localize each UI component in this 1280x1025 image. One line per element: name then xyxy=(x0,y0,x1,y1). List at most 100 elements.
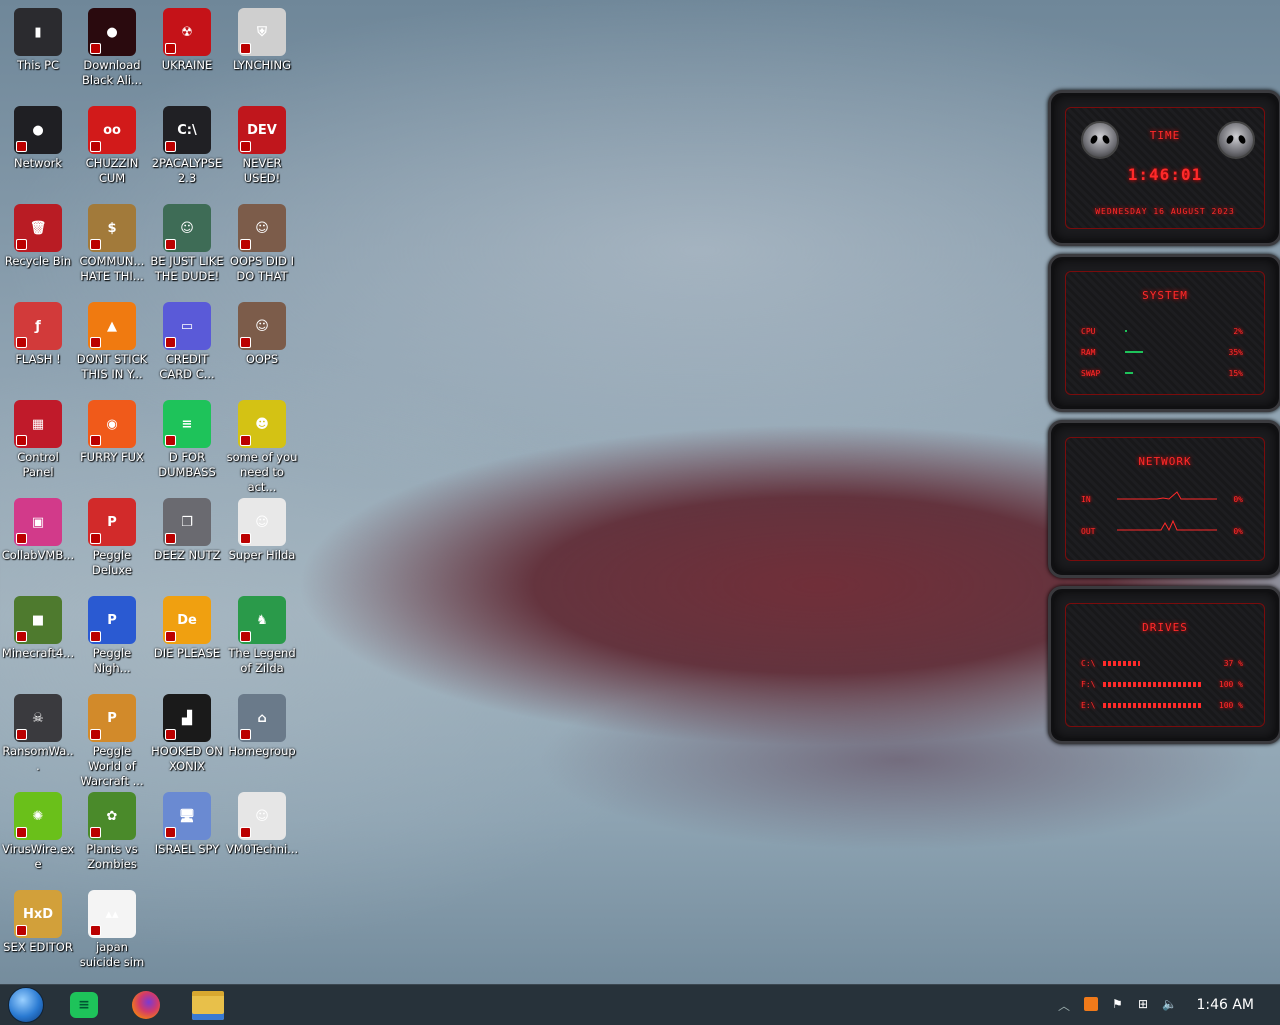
desktop-icon[interactable]: ☢ UKRAINE xyxy=(149,4,225,73)
desktop-icon[interactable]: ▮ This PC xyxy=(0,4,76,73)
shortcut-overlay-icon xyxy=(90,533,101,544)
system-usage-bar xyxy=(1125,351,1143,353)
desktop-icon[interactable]: P Peggle Deluxe xyxy=(74,494,150,578)
network-in-graph xyxy=(1117,491,1217,500)
system-panel: SYSTEM CPU 2% RAM 35% SWAP 15% xyxy=(1048,254,1280,412)
desktop-icon[interactable]: ☺ VM0Techni... xyxy=(224,788,300,857)
desktop-icon[interactable]: ☺ OOPS DID I DO THAT xyxy=(224,200,300,284)
desktop-icon-glyph: ✺ xyxy=(32,808,44,824)
desktop-icon-glyph: De xyxy=(177,612,197,628)
desktop-icon-label: some of you need to act... xyxy=(226,450,298,494)
desktop-icon[interactable]: HxD SEX EDITOR xyxy=(0,886,76,955)
system-row-value: 15% xyxy=(1228,369,1243,378)
desktop-icon[interactable]: ⛨ LYNCHING xyxy=(224,4,300,73)
desktop-icon[interactable]: P Peggle Nigh... xyxy=(74,592,150,676)
desktop-icon[interactable]: ☺ BE JUST LIKE THE DUDE! xyxy=(149,200,225,284)
desktop-icon-label: SEX EDITOR xyxy=(3,940,73,954)
desktop-icon-label: Control Panel xyxy=(17,450,59,479)
desktop-icon-glyph: ❐ xyxy=(181,514,193,530)
desktop-icon[interactable]: ▲ DONT STICK THIS IN Y... xyxy=(74,298,150,382)
desktop-icon[interactable]: ≡ D FOR DUMBASS xyxy=(149,396,225,480)
desktop-icon[interactable]: C:\ 2PACALYPSE 2.3 xyxy=(149,102,225,186)
desktop-icon-glyph: ◉ xyxy=(106,416,118,432)
network-out-value: 0% xyxy=(1233,527,1243,536)
taskbar-app-file-explorer[interactable] xyxy=(186,989,230,1021)
drive-label: C:\ xyxy=(1081,659,1096,668)
desktop-icon-label: Peggle World of Warcraft ... xyxy=(80,744,144,788)
desktop-icon-image: ▲ xyxy=(88,302,136,350)
system-usage-bar xyxy=(1125,372,1133,374)
desktop-icon[interactable]: P Peggle World of Warcraft ... xyxy=(74,690,150,789)
taskbar-app-firefox[interactable] xyxy=(124,989,168,1021)
desktop-icon[interactable]: ✺ VirusWire.exe xyxy=(0,788,76,872)
desktop-icon-glyph: ● xyxy=(106,24,118,40)
folder-icon xyxy=(192,990,224,1020)
desktop-icon[interactable]: ❐ DEEZ NUTZ xyxy=(149,494,225,563)
shortcut-overlay-icon xyxy=(240,141,251,152)
shortcut-overlay-icon xyxy=(16,239,27,250)
desktop-icon-glyph: ▦ xyxy=(31,416,45,432)
shortcut-overlay-icon xyxy=(16,925,27,936)
start-button[interactable] xyxy=(4,987,48,1023)
desktop-icon-image: ■ xyxy=(14,596,62,644)
desktop-icon-glyph: oo xyxy=(103,122,121,138)
volume-icon[interactable]: 🔈 xyxy=(1162,997,1177,1013)
shortcut-overlay-icon xyxy=(16,631,27,642)
desktop-icon[interactable]: ✿ Plants vs Zombies xyxy=(74,788,150,872)
network-out-graph xyxy=(1117,519,1217,532)
desktop-icon[interactable]: De DIE PLEASE xyxy=(149,592,225,661)
green-chat-app-icon: ≡ xyxy=(70,992,98,1018)
system-row-label: SWAP xyxy=(1081,369,1101,378)
desktop-icon[interactable]: ☻ some of you need to act... xyxy=(224,396,300,495)
desktop-icon-glyph: 🗑 xyxy=(29,220,47,236)
network-tray-icon[interactable]: ⊞ xyxy=(1138,997,1148,1013)
desktop-icon[interactable]: ◉ FURRY FUX xyxy=(74,396,150,465)
shortcut-overlay-icon xyxy=(240,239,251,250)
desktop-icon-label: Super Hilda xyxy=(228,548,296,562)
desktop-icon-glyph: ☢ xyxy=(181,24,193,40)
desktop-icon-label: VM0Techni... xyxy=(225,842,299,856)
shortcut-overlay-icon xyxy=(16,435,27,446)
desktop-icon-glyph: DEV xyxy=(247,122,277,138)
desktop-icon-image: ≡ xyxy=(163,400,211,448)
drive-label: F:\ xyxy=(1081,680,1096,689)
desktop-icon[interactable]: ● Network xyxy=(0,102,76,171)
desktop-icon[interactable]: DEV NEVER USED! xyxy=(224,102,300,186)
desktop-icon[interactable]: ▦ Control Panel xyxy=(0,396,76,480)
shortcut-overlay-icon xyxy=(16,729,27,740)
desktop-icon-image: ❐ xyxy=(163,498,211,546)
desktop-icon[interactable]: ▣ CollabVMB... xyxy=(0,494,76,563)
desktop-icon[interactable]: ▴▴ japan suicide sim xyxy=(74,886,150,970)
show-hidden-icons-icon[interactable]: ︿ xyxy=(1058,997,1070,1013)
desktop-icon[interactable]: ☺ OOPS xyxy=(224,298,300,367)
desktop-icon-glyph: ƒ xyxy=(35,318,41,334)
taskbar-app-d-for-dumbass[interactable]: ≡ xyxy=(62,989,106,1021)
desktop-icon[interactable]: ƒ FLASH ! xyxy=(0,298,76,367)
desktop-icon-label: This PC xyxy=(16,58,60,72)
system-row-ram: RAM 35% xyxy=(1081,348,1243,357)
desktop-icon[interactable]: ▭ CREDIT CARD C... xyxy=(149,298,225,382)
desktop-icon[interactable]: $ COMMUN... HATE THI... xyxy=(74,200,150,284)
desktop-icon-glyph: 🖥 xyxy=(178,808,196,824)
tray-app-icon[interactable] xyxy=(1084,997,1098,1011)
desktop-icon[interactable]: oo CHUZZIN CUM xyxy=(74,102,150,186)
desktop-icon-image: 🗑 xyxy=(14,204,62,252)
desktop-icon[interactable]: ☺ Super Hilda xyxy=(224,494,300,563)
desktop-icon-label: FURRY FUX xyxy=(80,450,144,464)
desktop-icon[interactable]: 🗑 Recycle Bin xyxy=(0,200,76,269)
desktop-icon[interactable]: ▟ HOOKED ON XONIX xyxy=(149,690,225,774)
desktop-icon[interactable]: ■ Minecraft4... xyxy=(0,592,76,661)
desktop-icon[interactable]: ⌂ Homegroup xyxy=(224,690,300,759)
network-out-row: OUT 0% xyxy=(1081,519,1243,536)
taskbar-clock[interactable]: 1:46 AM xyxy=(1196,997,1254,1013)
desktop-icon[interactable]: ☠ RansomWa... xyxy=(0,690,76,774)
desktop-icon[interactable]: ● Download Black Ali... xyxy=(74,4,150,88)
action-center-flag-icon[interactable]: ⚑ xyxy=(1112,997,1123,1013)
desktop-icon-glyph: ▣ xyxy=(31,514,45,530)
shortcut-overlay-icon xyxy=(240,827,251,838)
desktop-icon-glyph: ▴▴ xyxy=(105,906,119,922)
shortcut-overlay-icon xyxy=(240,533,251,544)
desktop-icon[interactable]: 🖥 ISRAEL SPY xyxy=(149,788,225,857)
system-usage-bar xyxy=(1125,330,1127,332)
desktop-icon[interactable]: ♞ The Legend of Zilda xyxy=(224,592,300,676)
